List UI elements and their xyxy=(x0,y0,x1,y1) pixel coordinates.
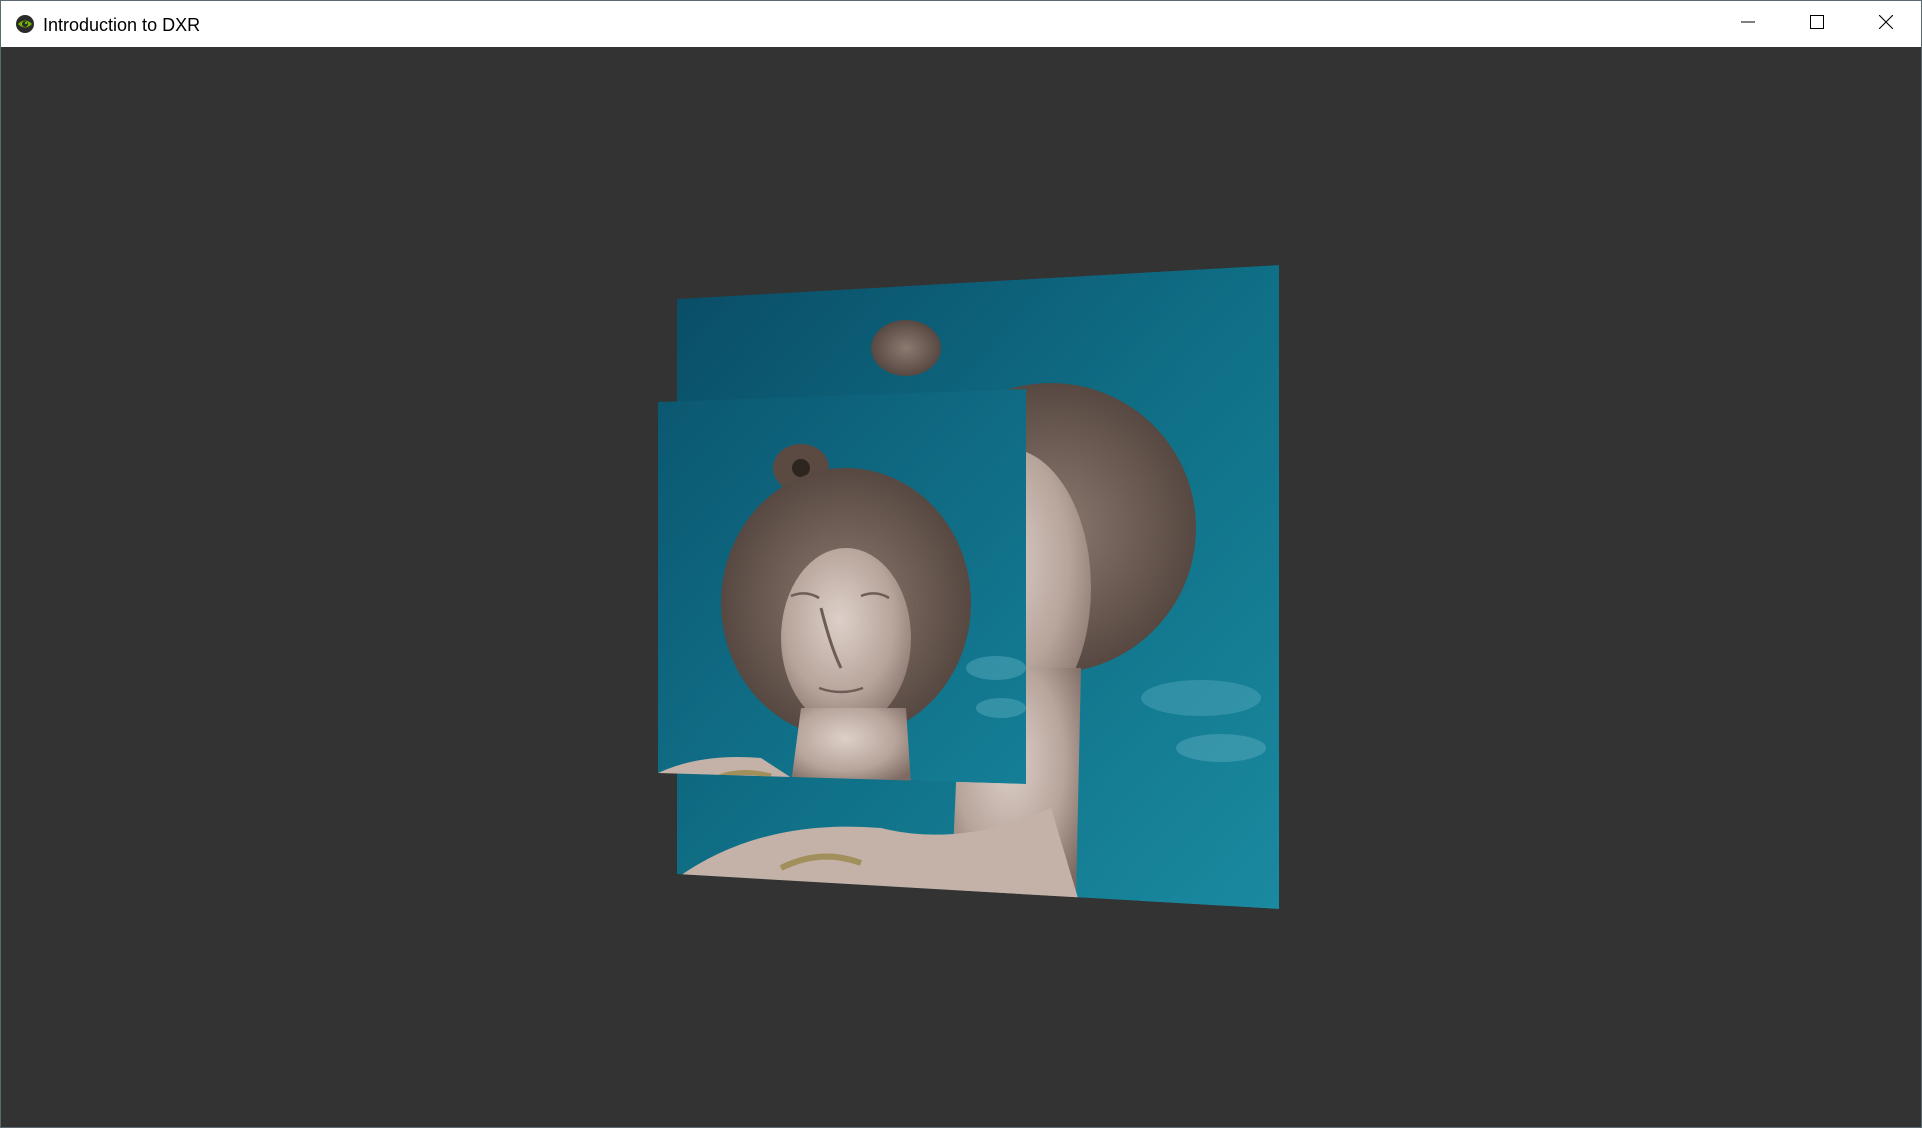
maximize-button[interactable] xyxy=(1782,1,1851,47)
window-title: Introduction to DXR xyxy=(43,15,201,35)
close-icon xyxy=(1878,14,1893,34)
minimize-icon xyxy=(1740,15,1755,34)
front-textured-quad xyxy=(658,389,1026,784)
app-window: Introduction to DXR xyxy=(0,0,1922,1128)
minimize-button[interactable] xyxy=(1713,1,1782,47)
maximize-icon xyxy=(1809,14,1824,34)
rendered-scene xyxy=(658,265,1279,909)
render-viewport[interactable] xyxy=(1,48,1921,1127)
nvidia-eye-icon xyxy=(15,14,35,34)
close-button[interactable] xyxy=(1851,1,1920,47)
title-bar[interactable]: Introduction to DXR xyxy=(1,1,1921,47)
